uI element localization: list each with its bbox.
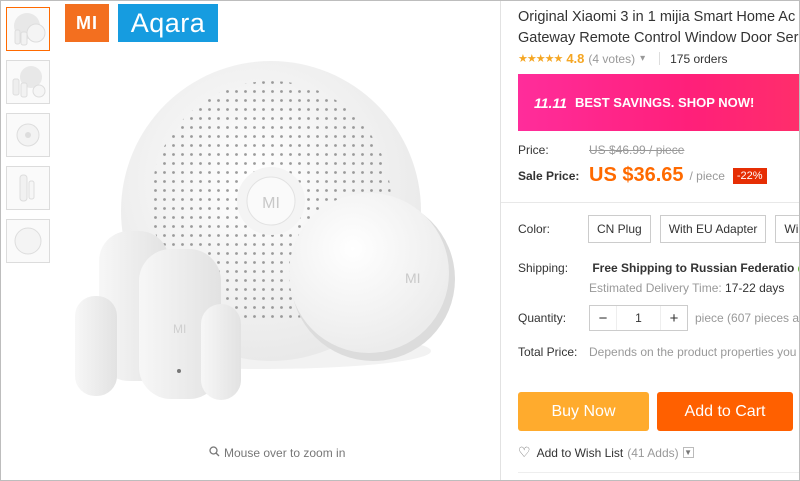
product-details: Original Xiaomi 3 in 1 mijia Smart Home … (501, 1, 800, 480)
total-price-label: Total Price: (518, 345, 578, 359)
shipping-label: Shipping: (518, 261, 569, 275)
sale-price-label: Sale Price: (518, 168, 580, 183)
total-price-row: Total Price: Depends on the product prop… (518, 345, 796, 359)
section-divider (501, 202, 799, 203)
quantity-row: Quantity: − 1 + piece (607 pieces av (518, 305, 800, 331)
delivery-label: Estimated Delivery Time: (589, 281, 722, 295)
star-rating-icon: ★★★★★ (518, 53, 563, 65)
thumbnail-list (6, 7, 50, 272)
shipping-value[interactable]: Free Shipping to Russian Federatio (592, 261, 794, 275)
thumbnail-kit-set[interactable] (6, 60, 50, 104)
sale-price-row: Sale Price: US $36.65 / piece -22% (518, 164, 767, 187)
aqara-logo-text: Aqara (130, 7, 206, 38)
price-row: Price: US $46.99 / piece (518, 143, 684, 157)
rating-row: ★★★★★ 4.8 (4 votes) ▾ 175 orders (518, 51, 727, 66)
zoom-hint: Mouse over to zoom in (209, 446, 345, 460)
quantity-availability: piece (607 pieces av (695, 311, 800, 325)
zoom-hint-text: Mouse over to zoom in (224, 446, 346, 460)
divider (518, 472, 799, 473)
add-to-wishlist-link[interactable]: Add to Wish List (537, 446, 624, 460)
shipping-row: Shipping: Free Shipping to Russian Feder… (518, 261, 799, 275)
thumbnail-hub-and-sensors[interactable] (6, 7, 50, 51)
wishlist-row: ♡ Add to Wish List (41 Adds) ▼ (518, 444, 694, 461)
original-price: US $46.99 / piece (589, 143, 685, 157)
wishlist-count: (41 Adds) (627, 445, 679, 460)
product-title: Original Xiaomi 3 in 1 mijia Smart Home … (518, 7, 799, 49)
mi-logo-text: MI (76, 12, 98, 33)
quantity-label: Quantity: (518, 311, 567, 325)
thumbnail-door-window-sensor[interactable] (6, 166, 50, 210)
product-title-line-2: Gateway Remote Control Window Door Ser (518, 30, 799, 46)
quantity-stepper: − 1 + (589, 305, 688, 331)
orders-count: 175 orders (670, 51, 728, 66)
color-option-partial[interactable]: Wi (775, 215, 799, 243)
chevron-down-icon[interactable]: ▾ (640, 53, 645, 64)
svg-text:MI: MI (173, 322, 186, 336)
thumbnail-wireless-switch[interactable] (6, 113, 50, 157)
promo-tag: 11.11 (534, 94, 567, 111)
color-option-eu-adapter[interactable]: With EU Adapter (659, 215, 767, 243)
delivery-days: 17-22 days (725, 281, 785, 295)
promo-banner[interactable]: 11.11 BEST SAVINGS. SHOP NOW! (518, 74, 799, 131)
promo-text: BEST SAVINGS. SHOP NOW! (574, 95, 755, 110)
minus-icon[interactable]: − (590, 306, 616, 330)
per-piece-unit: / piece (689, 168, 725, 183)
rating-value: 4.8 (566, 51, 585, 66)
product-image[interactable]: MI MI MI (61, 51, 461, 411)
color-option-cn-plug[interactable]: CN Plug (588, 215, 651, 243)
product-title-line-1: Original Xiaomi 3 in 1 mijia Smart Home … (518, 9, 796, 25)
price-label: Price: (518, 143, 549, 157)
thumbnail-round-button[interactable] (6, 219, 50, 263)
quantity-input[interactable]: 1 (616, 306, 661, 330)
color-selector: Color: CN Plug With EU Adapter Wi (518, 215, 799, 243)
aqara-logo: Aqara (118, 4, 218, 42)
chevron-down-icon[interactable]: ▼ (682, 447, 694, 458)
heart-icon[interactable]: ♡ (518, 444, 531, 461)
discount-badge: -22% (732, 167, 767, 184)
votes-link[interactable]: (4 votes) (588, 52, 635, 66)
magnifier-icon (209, 446, 220, 460)
add-to-cart-button[interactable]: Add to Cart (657, 392, 793, 431)
svg-text:MI: MI (405, 270, 421, 286)
total-price-note: Depends on the product properties you (589, 345, 797, 359)
buy-now-button[interactable]: Buy Now (518, 392, 649, 431)
plus-icon[interactable]: + (661, 306, 687, 330)
delivery-estimate: Estimated Delivery Time: 17-22 days (589, 281, 784, 295)
svg-text:MI: MI (262, 195, 280, 212)
sale-price: US $36.65 (589, 164, 684, 186)
divider (659, 52, 661, 65)
mi-logo: MI (65, 4, 109, 42)
image-gallery: MI Aqara MI MI MI Mouse over to zoom in (1, 1, 501, 480)
color-label: Color: (518, 222, 551, 236)
page-frame: MI Aqara MI MI MI Mouse over to zoom in … (0, 0, 800, 481)
